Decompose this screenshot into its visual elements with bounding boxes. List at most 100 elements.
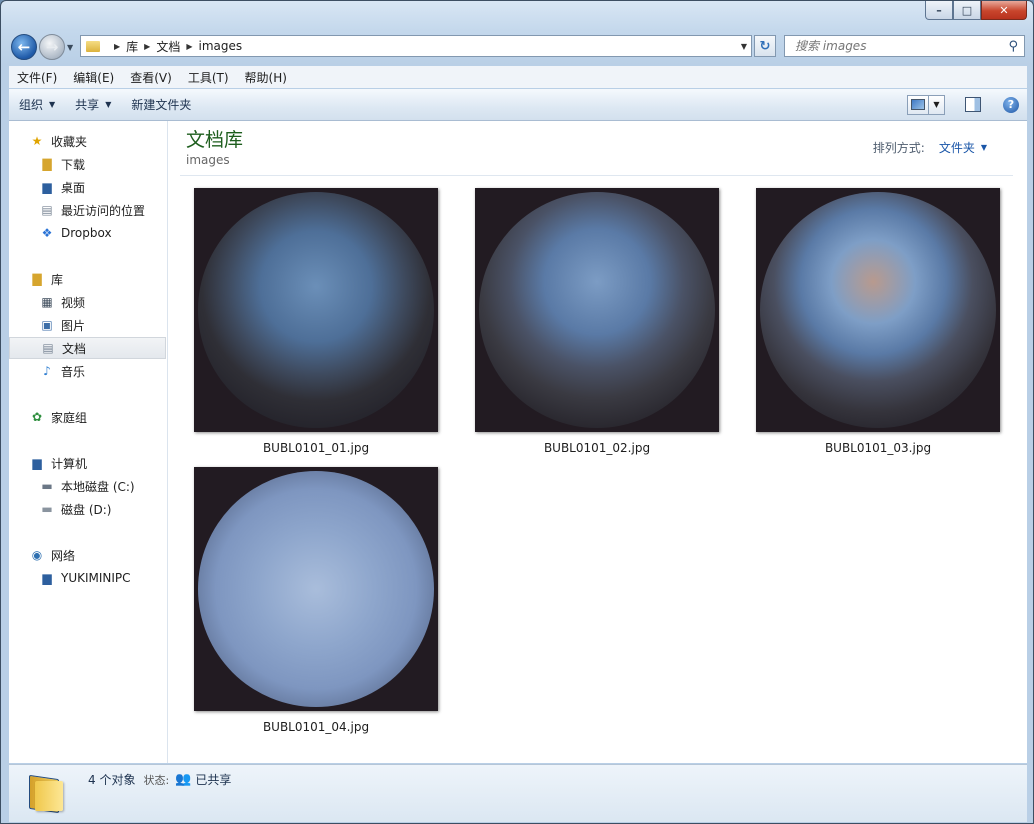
- content-pane: 文档库 images 排列方式: 文件夹 ▼ BUBL0101_01.jpg B…: [168, 121, 1027, 763]
- video-icon: ▦: [41, 295, 53, 309]
- chevron-right-icon[interactable]: ▶: [144, 42, 150, 51]
- menu-view[interactable]: 查看(V): [122, 69, 180, 86]
- chevron-down-icon[interactable]: ▼: [741, 42, 747, 51]
- image-thumbnail[interactable]: [194, 467, 438, 711]
- change-view-button[interactable]: [907, 94, 929, 115]
- nav-homegroup-label: 家庭组: [51, 410, 88, 425]
- shared-users-icon: 👥: [175, 772, 192, 787]
- music-icon: ♪: [43, 364, 51, 378]
- nav-recent-label: 最近访问的位置: [61, 203, 146, 218]
- share-button[interactable]: 共享 ▼: [65, 96, 121, 113]
- search-icon[interactable]: ⚲: [1008, 39, 1018, 54]
- nav-network-label: 网络: [51, 548, 76, 563]
- nav-network[interactable]: ◉ 网络: [9, 544, 186, 566]
- command-bar-right: ▼ ?: [907, 94, 1019, 115]
- maximize-button[interactable]: □: [953, 1, 981, 20]
- image-thumbnail[interactable]: [475, 188, 719, 432]
- navigation-pane: ★ 收藏夹 ▇ 下载 ▆ 桌面 ▤ 最近访问的位置 ❖ Dropbox ▇ 库 ▦ 视频 ▣ 图…: [9, 121, 168, 763]
- nav-disk-d-label: 磁盘 (D:): [61, 502, 112, 517]
- nav-computer[interactable]: ▆ 计算机: [9, 452, 186, 474]
- menu-edit[interactable]: 编辑(E): [65, 69, 122, 86]
- nav-favorites[interactable]: ★ 收藏夹: [9, 130, 186, 152]
- recent-places-icon: ▤: [41, 203, 53, 217]
- help-icon[interactable]: ?: [1003, 96, 1019, 113]
- status-info: 4 个对象 状态: 👥 已共享: [88, 771, 231, 788]
- breadcrumb-library[interactable]: 库: [126, 38, 138, 55]
- folder-icon: [86, 40, 100, 52]
- arrange-label: 排列方式:: [872, 141, 925, 155]
- organize-button[interactable]: 组织 ▼: [9, 96, 65, 113]
- minimize-button[interactable]: –: [925, 1, 953, 20]
- network-icon: ◉: [31, 548, 43, 562]
- close-button[interactable]: ✕: [981, 1, 1027, 20]
- fisheye-photo: [479, 192, 715, 428]
- dropbox-icon: ❖: [41, 226, 53, 240]
- arrange-value-button[interactable]: 文件夹: [939, 139, 975, 156]
- share-label: 共享: [75, 98, 100, 112]
- details-pane: 4 个对象 状态: 👥 已共享: [9, 764, 1027, 822]
- nav-pc-label: YUKIMINIPC: [61, 571, 131, 585]
- computer-icon: ▆: [32, 456, 42, 470]
- file-name[interactable]: BUBL0101_02.jpg: [475, 441, 719, 455]
- nav-music-label: 音乐: [61, 364, 86, 379]
- item-count: 4 个对象: [88, 773, 136, 787]
- nav-homegroup[interactable]: ✿ 家庭组: [9, 406, 186, 428]
- file-name[interactable]: BUBL0101_03.jpg: [756, 441, 1000, 455]
- chevron-right-icon[interactable]: ▶: [186, 42, 192, 51]
- refresh-button[interactable]: ↻: [754, 35, 776, 57]
- recent-pages-dropdown[interactable]: ▼: [67, 43, 73, 52]
- nav-documents-label: 文档: [62, 341, 87, 356]
- chevron-down-icon: ▼: [105, 100, 112, 109]
- menu-help[interactable]: 帮助(H): [237, 69, 295, 86]
- forward-button[interactable]: →: [39, 34, 65, 60]
- preview-pane-icon[interactable]: [965, 97, 981, 112]
- state-value: 已共享: [195, 773, 232, 787]
- refresh-icon: ↻: [759, 38, 771, 54]
- caption-buttons: – □ ✕: [925, 1, 1027, 21]
- nav-local-disk-label: 本地磁盘 (C:): [61, 479, 135, 494]
- image-thumbnail[interactable]: [194, 188, 438, 432]
- nav-downloads-label: 下载: [61, 157, 86, 172]
- address-bar[interactable]: ▶ 库 ▶ 文档 ▶ images ▼: [80, 35, 752, 57]
- nav-dropbox-label: Dropbox: [61, 226, 112, 240]
- view-options-dropdown[interactable]: ▼: [929, 94, 945, 115]
- library-subtitle: images: [186, 153, 230, 167]
- star-icon: ★: [31, 134, 43, 148]
- file-item[interactable]: BUBL0101_01.jpg: [194, 188, 438, 455]
- nav-pictures-label: 图片: [61, 318, 86, 333]
- breadcrumb-documents[interactable]: 文档: [156, 38, 180, 55]
- file-item[interactable]: BUBL0101_04.jpg: [194, 467, 438, 734]
- fisheye-photo: [198, 471, 434, 707]
- nav-documents[interactable]: ▤ 文档: [9, 337, 166, 359]
- drive-icon: ▬: [41, 479, 53, 493]
- new-folder-button[interactable]: 新建文件夹: [121, 96, 201, 113]
- desktop-icon: ▆: [42, 180, 52, 194]
- chevron-down-icon[interactable]: ▼: [981, 143, 987, 152]
- fisheye-photo: [760, 192, 996, 428]
- address-row: ← → ▼ ▶ 库 ▶ 文档 ▶ images ▼ ↻ ⚲: [1, 31, 1033, 61]
- organize-label: 组织: [19, 98, 44, 112]
- back-button[interactable]: ←: [11, 34, 37, 60]
- breadcrumb-images[interactable]: images: [199, 39, 243, 53]
- drive-icon: ▬: [41, 502, 53, 516]
- menu-file[interactable]: 文件(F): [9, 69, 65, 86]
- fisheye-photo: [198, 192, 434, 428]
- nav-desktop-label: 桌面: [61, 180, 86, 195]
- menu-bar: 文件(F) 编辑(E) 查看(V) 工具(T) 帮助(H): [9, 66, 1027, 88]
- image-thumbnail[interactable]: [756, 188, 1000, 432]
- search-box[interactable]: ⚲: [784, 35, 1025, 57]
- computer-icon: ▆: [42, 571, 52, 585]
- arrange-by: 排列方式: 文件夹 ▼: [873, 139, 987, 156]
- nav-computer-label: 计算机: [51, 456, 88, 471]
- menu-tools[interactable]: 工具(T): [180, 69, 237, 86]
- file-name[interactable]: BUBL0101_01.jpg: [194, 441, 438, 455]
- file-item[interactable]: BUBL0101_03.jpg: [756, 188, 1000, 455]
- command-bar: 组织 ▼ 共享 ▼ 新建文件夹 ▼ ?: [9, 89, 1027, 121]
- search-input[interactable]: [793, 38, 997, 54]
- file-item[interactable]: BUBL0101_02.jpg: [475, 188, 719, 455]
- chevron-down-icon: ▼: [49, 100, 56, 109]
- nav-libraries[interactable]: ▇ 库: [9, 268, 186, 290]
- folder-icon: [29, 774, 63, 814]
- chevron-right-icon[interactable]: ▶: [114, 42, 120, 51]
- file-name[interactable]: BUBL0101_04.jpg: [194, 720, 438, 734]
